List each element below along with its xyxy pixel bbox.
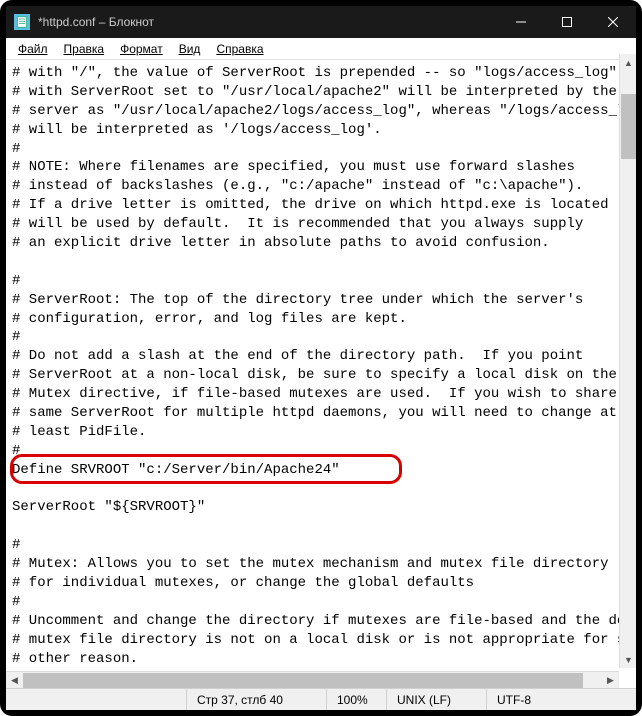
scroll-up-arrow-icon[interactable]: ▲: [620, 54, 637, 71]
horizontal-scrollbar[interactable]: ◀ ▶: [6, 671, 619, 688]
menu-format[interactable]: Формат: [112, 40, 171, 58]
minimize-button[interactable]: [498, 6, 544, 38]
menubar: Файл Правка Формат Вид Справка: [6, 38, 636, 60]
menu-view[interactable]: Вид: [171, 40, 209, 58]
status-encoding: UTF-8: [486, 689, 636, 710]
window-controls: [498, 6, 636, 38]
highlight-annotation: [10, 454, 402, 484]
window-title: *httpd.conf – Блокнот: [38, 15, 498, 29]
scroll-down-arrow-icon[interactable]: ▼: [620, 651, 637, 668]
vertical-scrollbar[interactable]: ▲ ▼: [619, 54, 636, 668]
titlebar: *httpd.conf – Блокнот: [6, 6, 636, 38]
menu-edit[interactable]: Правка: [56, 40, 113, 58]
menu-help[interactable]: Справка: [208, 40, 271, 58]
maximize-button[interactable]: [544, 6, 590, 38]
statusbar: Стр 37, стлб 40 100% UNIX (LF) UTF-8: [6, 688, 636, 710]
horizontal-scroll-thumb[interactable]: [23, 673, 583, 688]
status-line-ending: UNIX (LF): [386, 689, 486, 710]
vertical-scroll-thumb[interactable]: [621, 94, 636, 159]
close-button[interactable]: [590, 6, 636, 38]
scroll-right-arrow-icon[interactable]: ▶: [602, 672, 619, 689]
menu-file[interactable]: Файл: [10, 40, 56, 58]
text-editor-area[interactable]: # with "/", the value of ServerRoot is p…: [6, 60, 636, 674]
scroll-left-arrow-icon[interactable]: ◀: [6, 672, 23, 689]
notepad-icon: [14, 14, 30, 30]
status-position: Стр 37, стлб 40: [186, 689, 326, 710]
status-zoom[interactable]: 100%: [326, 689, 386, 710]
